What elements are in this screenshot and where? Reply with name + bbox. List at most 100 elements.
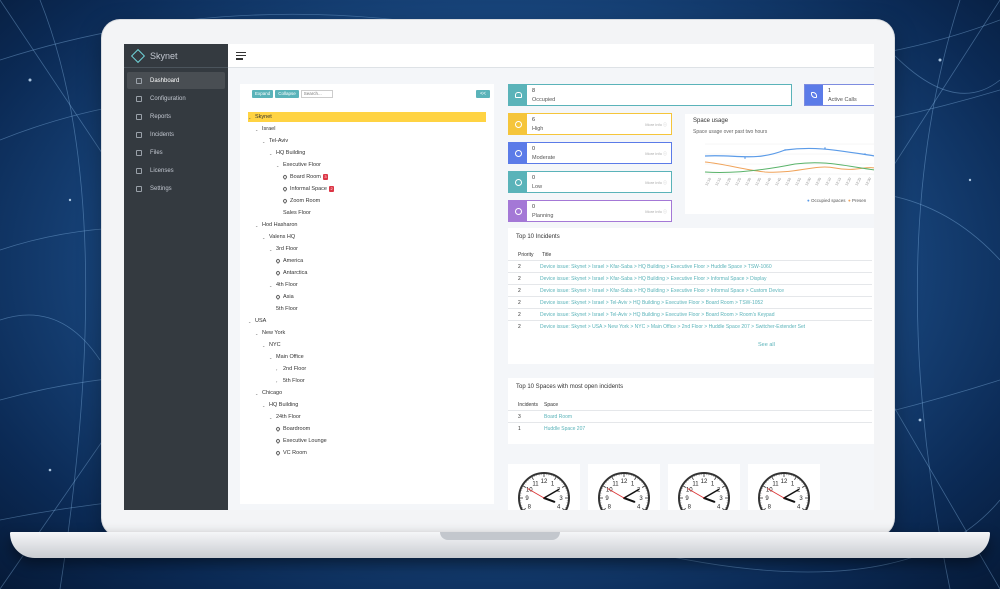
kpi-active-calls[interactable]: 1 Active Calls [804,84,874,106]
sidebar-item-incidents[interactable]: Incidents [127,126,225,143]
tree-node-label: Board Room [290,174,321,180]
chevron-down-icon[interactable]: ⌄ [269,247,276,252]
tree-node[interactable]: Board Room 3 [282,172,329,182]
incident-link[interactable]: Device issue: Skynet > Israel > Kfar-Sab… [530,264,772,270]
menu-toggle-icon[interactable] [236,51,246,60]
more-info-link[interactable]: More info ⓘ [645,209,667,215]
space-link[interactable]: Huddle Space 207 [536,426,585,432]
tree-node[interactable]: ⌄ Tel-Aviv [262,136,288,146]
col-incidents: Incidents [518,402,539,408]
expand-button[interactable]: Expand [252,90,274,98]
tree-node[interactable]: ⌄ Valens HQ [262,232,295,242]
brand[interactable]: Skynet [124,44,228,68]
tree-node[interactable]: Asia [275,292,294,302]
tree-node-label: New York [262,330,286,336]
collapse-panel-button[interactable]: << [476,90,490,98]
tree-node[interactable]: ⌄ NYC [262,340,281,350]
chevron-right-icon[interactable]: › [276,367,283,372]
chevron-down-icon[interactable]: ⌄ [255,127,262,132]
tree-node[interactable]: ⌄ Hod Hasharon [255,220,297,230]
status-card-planning[interactable]: 0 Planning More info ⓘ [508,200,672,222]
clock-card: 121234567891011 [588,464,660,510]
tree-node[interactable]: Zoom Room [282,196,320,206]
tree-node[interactable]: 5th Floor [269,304,298,314]
sidebar-item-reports[interactable]: Reports [127,108,225,125]
sidebar-item-label: Configuration [150,95,186,102]
tree-node-label: Executive Lounge [283,438,327,444]
chevron-down-icon[interactable]: ⌄ [255,391,262,396]
chevron-down-icon[interactable]: ⌄ [262,139,269,144]
chevron-down-icon[interactable]: ⌄ [255,223,262,228]
incident-link[interactable]: Device issue: Skynet > Israel > Kfar-Sab… [530,288,784,294]
cube-logo-icon [130,48,146,63]
tree-node[interactable]: ⌄ Israel [255,124,275,134]
tree-node-label: Sales Floor [283,210,311,216]
more-info-link[interactable]: More info ⓘ [645,180,667,186]
sidebar-item-label: Dashboard [150,77,180,84]
chevron-down-icon[interactable]: ⌄ [269,415,276,420]
sidebar-item-licenses[interactable]: Licenses [127,162,225,179]
location-pin-icon [282,198,288,204]
tree-node[interactable]: ⌄ Main Office [269,352,304,362]
incident-link[interactable]: Device issue: Skynet > Israel > Tel-Aviv… [530,312,775,318]
status-card-moderate[interactable]: 0 Moderate More info ⓘ [508,142,672,164]
tree-node[interactable]: Executive Lounge [275,436,327,446]
tree-node[interactable]: ⌄ Executive Floor [276,160,321,170]
tree-node[interactable]: ⌄ HQ Building [262,400,298,410]
tree-node[interactable]: Sales Floor [276,208,311,218]
chevron-down-icon[interactable]: ⌄ [276,163,283,168]
sidebar-item-configuration[interactable]: Configuration [127,90,225,107]
chevron-down-icon[interactable]: ⌄ [269,151,276,156]
status-card-low[interactable]: 0 Low More info ⓘ [508,171,672,193]
tree-node[interactable]: › 2nd Floor [276,364,306,374]
tree-node[interactable]: › 5th Floor [276,376,305,386]
chevron-down-icon[interactable]: ⌄ [269,283,276,288]
gear-icon [136,95,142,102]
chevron-down-icon[interactable]: ⌄ [262,235,269,240]
topbar [228,44,874,68]
tree-node[interactable]: ⌄ Chicago [255,388,282,398]
sidebar-item-settings[interactable]: Settings [127,180,225,197]
more-info-link[interactable]: More info ⓘ [645,151,667,157]
tree-node[interactable]: ⌄ Skynet [248,112,486,122]
tree-node[interactable]: ⌄ 24th Floor [269,412,301,422]
tree-search-input[interactable]: Search... [300,90,333,98]
chevron-down-icon[interactable]: ⌄ [248,115,255,120]
sidebar-item-dashboard[interactable]: Dashboard [127,72,225,89]
chevron-down-icon[interactable]: ⌄ [262,343,269,348]
kpi-label: Occupied [532,97,556,103]
chevron-down-icon[interactable]: ⌄ [248,319,255,324]
chevron-down-icon[interactable]: ⌄ [269,355,276,360]
tree-node[interactable]: America [275,256,303,266]
incident-link[interactable]: Device issue: Skynet > Israel > Tel-Aviv… [530,300,763,306]
collapse-button[interactable]: Collapse [275,90,299,98]
incident-link[interactable]: Device issue: Skynet > Israel > Kfar-Sab… [530,276,767,282]
tree-toolbar: Expand Collapse Search... [252,90,333,98]
more-info-link[interactable]: More info ⓘ [645,122,667,128]
chevron-down-icon[interactable]: ⌄ [255,331,262,336]
tree-node[interactable]: ⌄ 3rd Floor [269,244,298,254]
tree-node[interactable]: Boardroom [275,424,310,434]
tree-node[interactable]: VC Room [275,448,307,458]
location-pin-icon [275,294,281,300]
status-body: 0 Moderate More info ⓘ [527,143,671,163]
kpi-occupied[interactable]: 8 Occupied [508,84,792,106]
status-card-high[interactable]: 6 High More info ⓘ [508,113,672,135]
tree-node[interactable]: ⌄ New York [255,328,285,338]
incident-link[interactable]: Device issue: Skynet > USA > New York > … [530,324,805,330]
tree-node[interactable]: Antarctica [275,268,307,278]
see-all-link[interactable]: See all [758,342,775,348]
clock-numeral: 11 [532,481,539,487]
table-row: 1 Huddle Space 207 [508,422,872,434]
tree-node[interactable]: Informal Space 2 [282,184,335,194]
space-link[interactable]: Board Room [536,414,572,420]
tree-node[interactable]: ⌄ HQ Building [269,148,305,158]
tree-node[interactable]: ⌄ 4th Floor [269,280,298,290]
chevron-right-icon[interactable]: › [276,379,283,384]
sidebar-item-files[interactable]: Files [127,144,225,161]
sidebar-item-label: Files [150,149,163,156]
tree-node[interactable]: ⌄ USA [248,316,266,326]
incidents-header: Priority Title [508,252,872,258]
kpi-icon-box [509,85,527,105]
chevron-down-icon[interactable]: ⌄ [262,403,269,408]
